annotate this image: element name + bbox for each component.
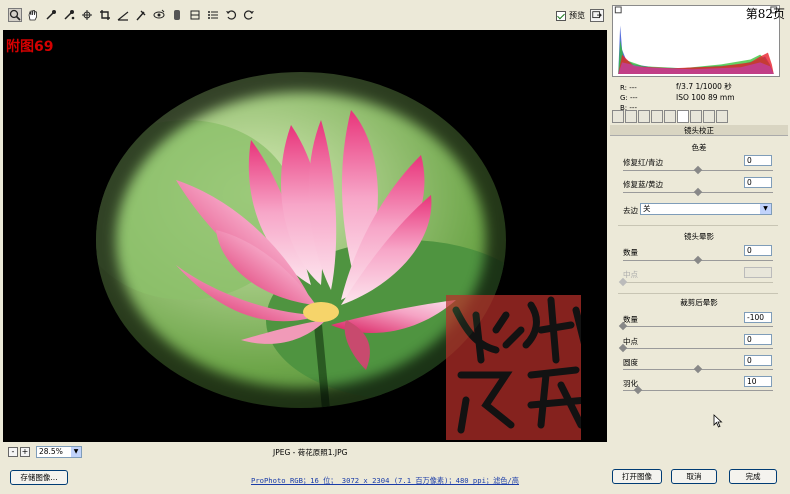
panel-tabs xyxy=(610,110,788,124)
adjustments-panel: 第82页 R: --- G: --- B: --- f/3.7 1/1000 秒… xyxy=(610,3,788,460)
cancel-button[interactable]: 取消 xyxy=(671,469,717,484)
lens-amount-slider[interactable] xyxy=(623,255,773,265)
straighten-tool-icon[interactable] xyxy=(116,8,130,22)
lens-midpoint-slider xyxy=(618,277,773,287)
panel-title: 镜头校正 xyxy=(610,125,788,136)
workflow-options-link[interactable]: ProPhoto RGB；16 位； 3072 x 2304 (7.1 百万像素… xyxy=(251,476,519,486)
mouse-cursor-icon xyxy=(713,414,723,428)
chevron-down-icon: ▼ xyxy=(71,447,81,457)
blue-yellow-slider-thumb[interactable] xyxy=(693,187,703,197)
chromatic-heading: 色差 xyxy=(691,143,707,152)
roundness-slider-thumb[interactable] xyxy=(693,364,703,374)
bottom-bar: 存储图像... ProPhoto RGB；16 位； 3072 x 2304 (… xyxy=(0,462,790,494)
seal-watermark xyxy=(446,295,581,440)
tab-hsl[interactable] xyxy=(651,110,663,123)
save-image-button[interactable]: 存储图像... xyxy=(10,470,68,485)
tab-camera-calibration[interactable] xyxy=(690,110,702,123)
post-crop-amount-slider[interactable] xyxy=(618,321,773,331)
crop-tool-icon[interactable] xyxy=(98,8,112,22)
readout-r: R: --- xyxy=(620,84,637,92)
graduated-filter-tool-icon[interactable] xyxy=(188,8,202,22)
adjustment-brush-tool-icon[interactable] xyxy=(170,8,184,22)
readout-g: G: --- xyxy=(620,94,638,102)
post-crop-heading: 裁剪后晕影 xyxy=(680,298,718,307)
lens-amount-input[interactable]: 0 xyxy=(744,245,772,256)
roundness-slider[interactable] xyxy=(623,364,773,374)
zoom-level-value: 28.5% xyxy=(39,447,63,456)
defringe-select[interactable]: 关 ▼ xyxy=(640,203,772,215)
divider xyxy=(618,293,778,294)
tab-snapshots[interactable] xyxy=(716,110,728,123)
targeted-adjustment-tool-icon[interactable] xyxy=(80,8,94,22)
fullscreen-button[interactable] xyxy=(590,9,604,22)
roundness-label: 圆度 xyxy=(623,358,638,367)
preview-label: 预览 xyxy=(569,11,585,20)
exif-exposure: f/3.7 1/1000 秒 xyxy=(676,82,732,91)
lotus-photo xyxy=(36,30,581,442)
feather-input[interactable]: 10 xyxy=(744,376,772,387)
done-button[interactable]: 完成 xyxy=(729,469,777,484)
white-balance-tool-icon[interactable] xyxy=(44,8,58,22)
color-sampler-tool-icon[interactable] xyxy=(62,8,76,22)
chevron-down-icon: ▼ xyxy=(760,204,771,214)
rotate-right-icon[interactable] xyxy=(242,8,256,22)
blue-yellow-input[interactable]: 0 xyxy=(744,177,772,188)
post-crop-amount-input[interactable]: -100 xyxy=(744,312,772,323)
file-name: JPEG - 荷花原照1.JPG xyxy=(273,448,348,457)
tab-lens-corrections[interactable] xyxy=(677,110,689,123)
red-cyan-slider[interactable] xyxy=(623,165,773,175)
figure-label: 附图69 xyxy=(6,39,54,55)
page-number: 第82页 xyxy=(745,7,785,21)
lens-amount-label: 数量 xyxy=(623,248,638,257)
rgb-readout: R: --- G: --- B: --- xyxy=(620,83,638,113)
defringe-value: 关 xyxy=(643,204,651,213)
divider xyxy=(618,225,778,226)
red-cyan-input[interactable]: 0 xyxy=(744,155,772,166)
lens-vignette-heading: 镜头晕影 xyxy=(684,232,714,241)
roundness-input[interactable]: 0 xyxy=(744,355,772,366)
lens-midpoint-input xyxy=(744,267,772,278)
post-crop-midpoint-input[interactable]: 0 xyxy=(744,334,772,345)
canvas-status-bar: - + 28.5% ▼ JPEG - 荷花原照1.JPG xyxy=(3,444,607,460)
lens-amount-slider-thumb[interactable] xyxy=(693,255,703,265)
red-eye-tool-icon[interactable] xyxy=(152,8,166,22)
toolbar xyxy=(0,0,608,30)
exif-info: f/3.7 1/1000 秒 ISO 100 89 mm xyxy=(676,81,735,103)
blue-yellow-label: 修复蓝/黄边 xyxy=(623,180,664,189)
post-crop-midpoint-slider[interactable] xyxy=(618,343,773,353)
zoom-out-button[interactable]: - xyxy=(8,447,18,457)
preview-checkbox[interactable] xyxy=(556,10,566,21)
red-cyan-slider-thumb[interactable] xyxy=(693,165,703,175)
image-canvas[interactable] xyxy=(3,30,607,442)
spot-removal-tool-icon[interactable] xyxy=(134,8,148,22)
hand-tool-icon[interactable] xyxy=(26,8,40,22)
tab-split-toning[interactable] xyxy=(664,110,676,123)
tab-presets[interactable] xyxy=(703,110,715,123)
preferences-icon[interactable] xyxy=(206,8,220,22)
rotate-left-icon[interactable] xyxy=(224,8,238,22)
defringe-label: 去边 xyxy=(623,206,638,215)
zoom-level-select[interactable]: 28.5% ▼ xyxy=(36,446,82,458)
exif-iso-focal: ISO 100 89 mm xyxy=(676,93,735,102)
preview-toggle[interactable]: 预览 xyxy=(556,10,585,21)
zoom-in-button[interactable]: + xyxy=(20,447,30,457)
zoom-tool-icon[interactable] xyxy=(8,8,22,22)
feather-slider-thumb[interactable] xyxy=(633,385,643,395)
red-cyan-label: 修复红/青边 xyxy=(623,158,664,167)
tab-basic[interactable] xyxy=(612,110,624,123)
tab-tone-curve[interactable] xyxy=(625,110,637,123)
fullscreen-icon xyxy=(592,11,602,19)
tab-detail[interactable] xyxy=(638,110,650,123)
open-image-button[interactable]: 打开图像 xyxy=(612,469,662,484)
blue-yellow-slider[interactable] xyxy=(623,187,773,197)
lens-midpoint-label: 中点 xyxy=(623,270,638,279)
feather-slider[interactable] xyxy=(623,385,773,395)
